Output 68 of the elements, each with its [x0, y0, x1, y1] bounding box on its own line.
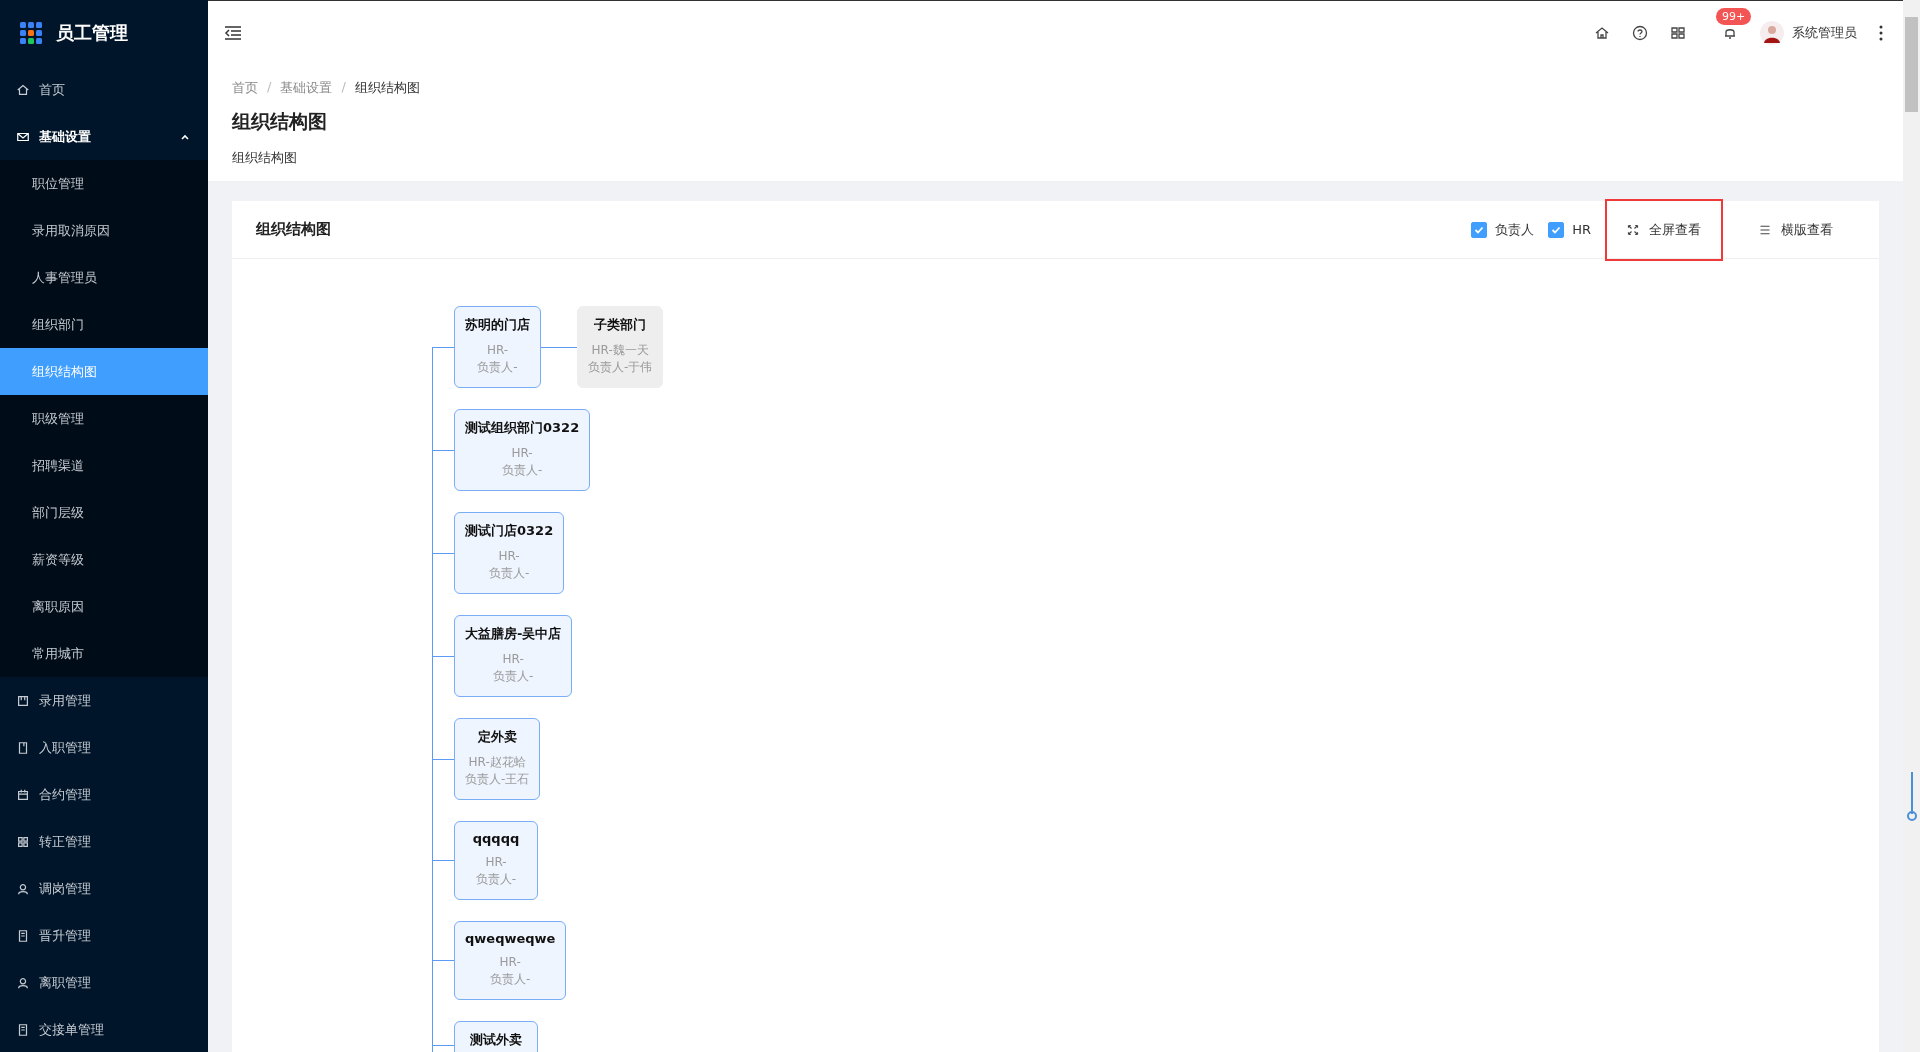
grid-logo-icon [20, 22, 42, 44]
help-icon[interactable] [1632, 25, 1648, 41]
app-title: 员工管理 [56, 21, 128, 45]
checkbox[interactable]: HR [1548, 221, 1591, 238]
home-icon[interactable] [1594, 25, 1610, 41]
calendar-icon [16, 787, 30, 802]
home-icon [16, 82, 30, 97]
avatar-icon[interactable] [1760, 21, 1784, 45]
sidebar-subitem[interactable]: 招聘渠道 [0, 442, 208, 489]
breadcrumb-separator: / [341, 79, 346, 96]
scrollbar-thumb[interactable] [1905, 17, 1918, 112]
sidebar-item[interactable]: 首页 [0, 66, 208, 113]
user-name[interactable]: 系统管理员 [1792, 24, 1857, 42]
menu-fold-icon[interactable] [224, 25, 242, 41]
expand-icon [1627, 223, 1639, 236]
sidebar-item[interactable]: 离职管理 [0, 959, 208, 1006]
page-title: 组织结构图 [232, 109, 328, 134]
sidebar-subitem[interactable]: 部门层级 [0, 489, 208, 536]
view-button[interactable]: 全屏查看 [1605, 198, 1723, 261]
breadcrumb-item[interactable]: 基础设置 [280, 79, 333, 97]
org-node[interactable]: 测试组织部门0322 HR- 负责人- [454, 409, 591, 491]
sidebar-item[interactable]: 交接单管理 [0, 1006, 208, 1052]
grid-icon [16, 834, 30, 849]
org-node[interactable]: 测试门店0322 HR- 负责人- [454, 512, 565, 594]
sidebar-item[interactable]: 转正管理 [0, 818, 208, 865]
page-subtitle: 组织结构图 [232, 149, 298, 167]
breadcrumb-item[interactable]: 首页 [232, 79, 258, 97]
doc-icon [16, 928, 30, 943]
checkbox-label: 负责人 [1495, 220, 1535, 239]
sidebar-subitem[interactable]: 离职原因 [0, 583, 208, 630]
sidebar-subitem[interactable]: 职级管理 [0, 395, 208, 442]
sidebar-subitem[interactable]: 职位管理 [0, 160, 208, 207]
grid-icon[interactable] [1670, 25, 1686, 41]
card-title: 组织结构图 [256, 220, 331, 239]
sidebar-item[interactable]: 入职管理 [0, 724, 208, 771]
org-node[interactable]: 大益膳房-吴中店 HR- 负责人- [454, 615, 573, 697]
sidebar-item[interactable]: 合约管理 [0, 771, 208, 818]
person-icon [16, 881, 30, 896]
checkbox[interactable]: 负责人 [1471, 220, 1535, 239]
sidebar-item[interactable]: 录用管理 [0, 677, 208, 724]
scrollbar[interactable] [1903, 0, 1920, 1052]
sidebar-subitem[interactable]: 薪资等级 [0, 536, 208, 583]
board-icon [16, 693, 30, 708]
lines-icon [1759, 223, 1771, 236]
sidebar-subitem[interactable]: 组织部门 [0, 301, 208, 348]
org-node[interactable]: qweqweqwe HR- 负责人- [454, 921, 567, 1000]
sidebar-subitem[interactable]: 录用取消原因 [0, 207, 208, 254]
doc-icon [16, 1022, 30, 1037]
sidebar-subitem[interactable]: 常用城市 [0, 630, 208, 677]
org-node[interactable]: 定外卖 HR-赵花蛤 负责人-王石 [454, 718, 541, 800]
checkbox-label: HR [1572, 222, 1591, 237]
sidebar-item[interactable]: 晋升管理 [0, 912, 208, 959]
more-icon[interactable] [1879, 25, 1883, 41]
checkbox-box[interactable] [1548, 221, 1565, 238]
breadcrumb-separator: / [267, 79, 272, 96]
sidebar-item[interactable]: 调岗管理 [0, 865, 208, 912]
org-node[interactable]: 苏明的门店 HR- 负责人- [454, 306, 541, 388]
book-icon [16, 740, 30, 755]
person-icon [16, 975, 30, 990]
sidebar-subitem[interactable]: 人事管理员 [0, 254, 208, 301]
org-node[interactable]: 测试外卖 [454, 1021, 538, 1052]
notification-badge: 99+ [1716, 8, 1752, 25]
org-node[interactable]: qqqqq HR- 负责人- [454, 821, 538, 900]
breadcrumb-item[interactable]: 组织结构图 [354, 79, 420, 97]
checkbox-box[interactable] [1471, 221, 1488, 238]
sidebar-item[interactable]: 基础设置 [0, 113, 208, 160]
view-button[interactable]: 横版查看 [1737, 198, 1855, 261]
slider-handle-icon[interactable] [1907, 770, 1917, 822]
